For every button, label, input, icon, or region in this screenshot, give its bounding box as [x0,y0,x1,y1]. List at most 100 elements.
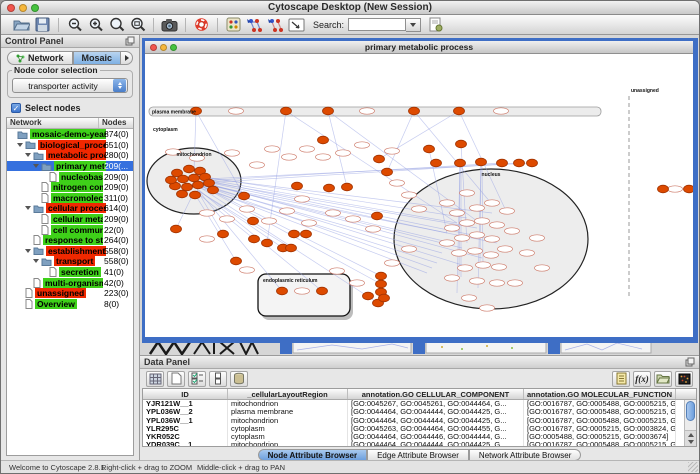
network-node-label[interactable] [355,142,370,148]
network-node[interactable] [189,174,200,182]
network-node[interactable] [455,159,466,167]
network-node[interactable] [286,244,297,252]
network-node-label[interactable] [460,190,475,196]
network-node-label[interactable] [470,232,485,238]
tree-row[interactable]: cellular process614(0) [7,203,133,214]
network-node[interactable] [409,107,420,115]
network-node-label[interactable] [500,208,515,214]
network-node[interactable] [318,136,329,144]
attribute-list-icon[interactable] [612,371,630,387]
float-panel-icon[interactable] [125,36,135,46]
network-node[interactable] [190,191,201,199]
network-node-label[interactable] [295,196,310,202]
network-zoom-button[interactable] [170,44,177,51]
tree-row[interactable]: nitrogen compo209(0) [7,182,133,193]
zoom-fit-icon[interactable] [127,16,148,34]
network-node-label[interactable] [480,305,495,311]
network-node-label[interactable] [445,275,460,281]
network-node-label[interactable] [250,162,265,168]
search-options-icon[interactable] [425,16,446,34]
first-neighbors-icon[interactable] [244,16,265,34]
network-node-label[interactable] [240,267,255,273]
network-node[interactable] [239,192,250,200]
network-node-label[interactable] [505,228,520,234]
open-file-icon[interactable] [11,16,32,34]
network-node[interactable] [182,183,193,191]
save-session-icon[interactable] [32,16,53,34]
network-node-label[interactable] [350,280,365,286]
expand-arrow-icon[interactable] [33,164,39,168]
network-node-label[interactable] [530,235,545,241]
tree-row[interactable]: establishment of lo558(0) [7,246,133,257]
network-node-label[interactable] [360,108,375,114]
unselect-attributes-icon[interactable] [209,371,227,387]
network-node-label[interactable] [326,210,341,216]
network-node-label[interactable] [262,218,277,224]
table-row[interactable]: YKR052Ccytoplasm[GO:0044464, GO:0044446,… [143,433,696,441]
network-node-label[interactable] [346,216,361,222]
float-panel-icon[interactable] [685,357,695,367]
network-node[interactable] [476,158,487,166]
network-node[interactable] [374,155,385,163]
network-node-label[interactable] [200,210,215,216]
tree-row[interactable]: response to stimulu264(0) [7,235,133,246]
network-node[interactable] [193,181,204,189]
expand-arrow-icon[interactable] [25,206,31,210]
network-node-label[interactable] [385,148,400,154]
network-node-label[interactable] [462,295,477,301]
network-node-label[interactable] [366,226,381,232]
network-node[interactable] [249,235,260,243]
network-node-label[interactable] [492,264,507,270]
new-attribute-icon[interactable] [167,371,185,387]
tree-row[interactable]: biological_process651(0) [7,140,133,151]
network-node[interactable] [177,190,188,198]
network-node-label[interactable] [316,154,331,160]
network-node[interactable] [456,140,467,148]
network-node-label[interactable] [280,208,295,214]
zoom-selected-region-icon[interactable] [106,16,127,34]
tree-row[interactable]: transport558(0) [7,256,133,267]
network-node[interactable] [317,287,328,295]
search-input[interactable] [348,18,406,31]
network-node-label[interactable] [445,225,460,231]
zoom-button[interactable] [31,4,39,12]
tree-row[interactable]: nucleobase-209(0) [7,171,133,182]
network-node[interactable] [262,239,273,247]
network-node-label[interactable] [468,248,483,254]
help-lifebuoy-icon[interactable] [191,16,212,34]
table-row[interactable]: YDR039C__1mitochondrion[GO:0044464, GO:0… [143,441,696,447]
network-node[interactable] [363,292,374,300]
network-node-label[interactable] [535,265,550,271]
network-node-label[interactable] [302,220,317,226]
save-table-icon[interactable] [146,371,164,387]
close-button[interactable] [7,4,15,12]
network-node-label[interactable] [385,260,400,266]
tree-row[interactable]: unassigned223(0) [7,288,133,299]
minimize-button[interactable] [19,4,27,12]
network-node-label[interactable] [300,146,315,152]
network-node-label[interactable] [225,150,240,156]
network-node-label[interactable] [440,200,455,206]
network-node-label[interactable] [336,150,351,156]
zoom-in-icon[interactable] [85,16,106,34]
tree-row[interactable]: secretion41(0) [7,267,133,278]
network-node-label[interactable] [295,288,310,294]
network-node[interactable] [166,176,177,184]
network-node-label[interactable] [490,222,505,228]
network-node[interactable] [289,230,300,238]
network-node[interactable] [514,159,525,167]
network-node[interactable] [231,257,242,265]
network-node-label[interactable] [484,252,499,258]
network-node-label[interactable] [330,268,345,274]
network-node-label[interactable] [402,192,417,198]
annotation-icon[interactable] [286,16,307,34]
table-row[interactable]: YJR121W__1mitochondrion[GO:0045267, GO:0… [143,400,696,408]
expand-arrow-icon[interactable] [17,143,23,147]
network-node-label[interactable] [402,246,417,252]
column-header[interactable]: _cellularLayoutRegion [228,389,348,399]
network-minimize-button[interactable] [160,44,167,51]
network-node[interactable] [431,159,442,167]
network-node[interactable] [323,107,334,115]
function-builder-icon[interactable]: f(x) [633,371,651,387]
select-nodes-checkbox[interactable]: ✓ [11,103,21,113]
